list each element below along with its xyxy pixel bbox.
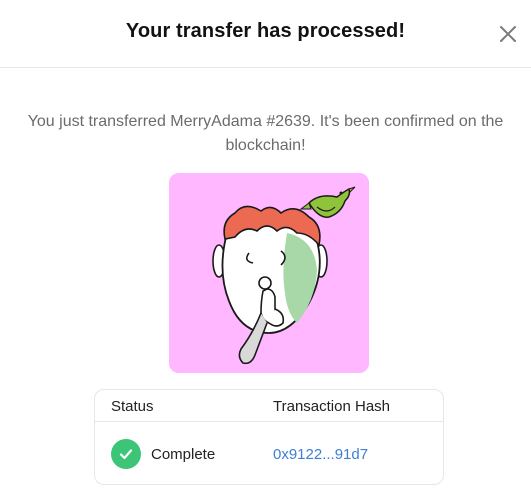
- transaction-card-header: Status Transaction Hash: [95, 390, 443, 422]
- confirmation-message: You just transferred MerryAdama #2639. I…: [27, 113, 504, 154]
- hash-column-header: Transaction Hash: [273, 398, 390, 415]
- nft-image: [169, 173, 369, 373]
- transaction-card: Status Transaction Hash Complete 0x9122.…: [94, 389, 444, 485]
- status-cell: Complete: [111, 438, 215, 470]
- status-column-header: Status: [111, 398, 154, 415]
- modal-header: Your transfer has processed!: [0, 0, 531, 68]
- status-label: Complete: [151, 445, 216, 463]
- close-icon[interactable]: [498, 24, 518, 44]
- modal-title: Your transfer has processed!: [125, 20, 406, 42]
- check-circle-icon: [111, 439, 141, 469]
- transaction-hash-link[interactable]: 0x9122...91d7: [273, 446, 368, 463]
